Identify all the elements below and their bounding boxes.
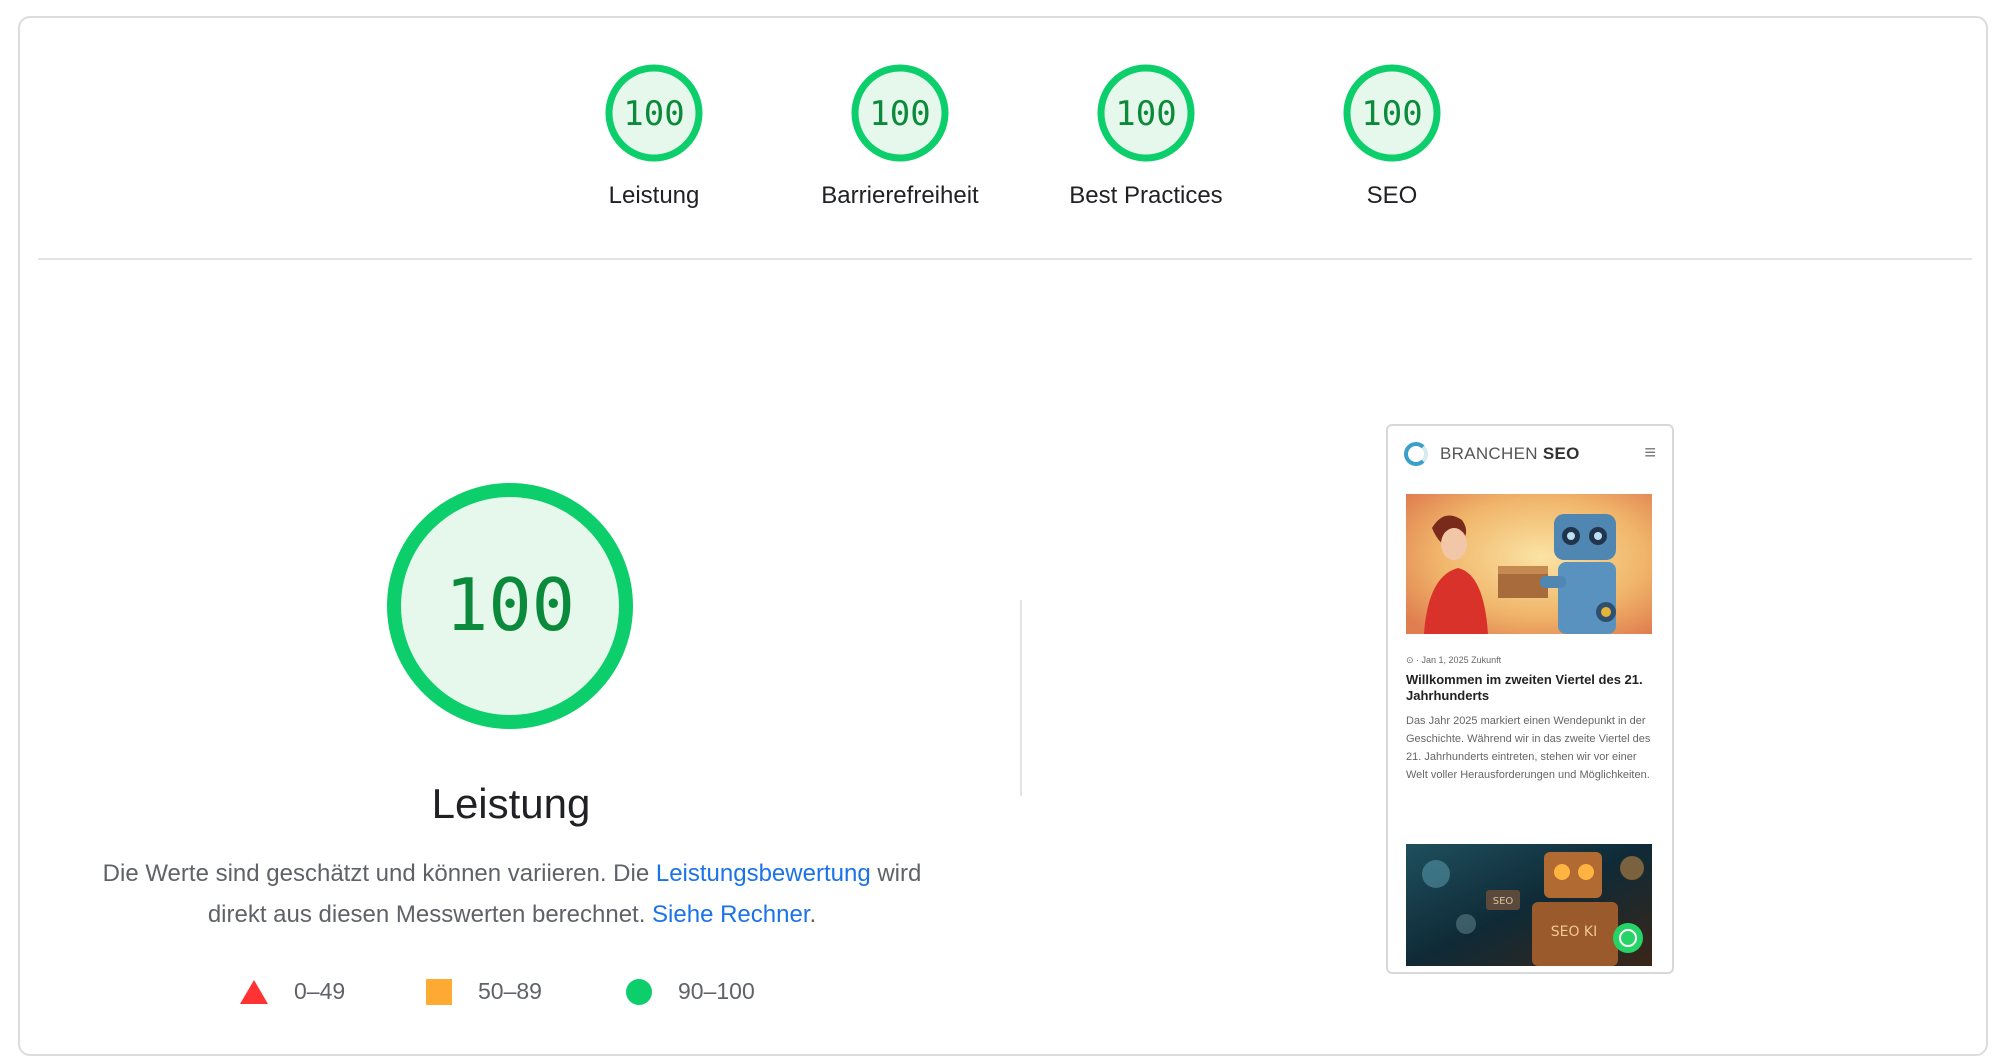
gauge-best-practices[interactable]: 100 Best Practices <box>1026 62 1266 210</box>
gauge-ring: 100 <box>1343 64 1441 162</box>
legend-range: 50–89 <box>478 978 542 1004</box>
legend-pass: 90–100 <box>626 978 755 1005</box>
robot-woman-illustration <box>1406 494 1652 634</box>
brand-bold: SEO <box>1542 444 1580 463</box>
post-image-robot-woman <box>1406 494 1652 634</box>
performance-ring: 100 <box>387 483 633 729</box>
gauge-accessibility[interactable]: 100 Barrierefreiheit <box>780 62 1020 210</box>
gauge-score: 100 <box>623 94 684 134</box>
performance-gauge: 100 <box>382 478 638 739</box>
post-title[interactable]: Willkommen im zweiten Viertel des 21. Ja… <box>1406 672 1652 704</box>
category-gauges: 100 Leistung 100 Barrierefreiheit 100 Be… <box>20 62 1986 262</box>
section-divider <box>38 258 1972 260</box>
desc-text: . <box>809 901 817 928</box>
gauge-score: 100 <box>869 94 930 134</box>
legend-range: 90–100 <box>678 978 755 1004</box>
gauge-ring: 100 <box>1097 64 1195 162</box>
gauge-ring: 100 <box>851 64 949 162</box>
vertical-divider <box>1020 600 1022 796</box>
gauge-label: Barrierefreiheit <box>821 182 979 209</box>
post-excerpt: Das Jahr 2025 markiert einen Wendepunkt … <box>1406 715 1651 781</box>
scoring-link[interactable]: Leistungsbewertung <box>656 860 871 887</box>
gauge-score: 100 <box>1115 94 1176 134</box>
robot-badge-text: SEO KI <box>1551 924 1598 940</box>
post-meta: ⊙ · Jan 1, 2025 Zukunft <box>1406 655 1502 665</box>
performance-description: Die Werte sind geschätzt und können vari… <box>102 853 922 935</box>
legend-fail: 0–49 <box>240 978 345 1005</box>
logo-icon <box>1404 442 1428 466</box>
brand-light: BRANCHEN <box>1440 444 1538 463</box>
robot-sign-text: SEO <box>1493 896 1514 907</box>
gauge-ring: 100 <box>605 64 703 162</box>
desc-text: Die Werte sind geschätzt und können vari… <box>102 860 656 887</box>
triangle-icon <box>240 979 268 1004</box>
site-header: BRANCHEN SEO ≡ <box>1404 440 1658 474</box>
seo-robot-illustration: SEO SEO KI <box>1406 844 1652 966</box>
final-screenshot[interactable]: BRANCHEN SEO ≡ ⊙ · Jan 1, 2025 Zukunft W… <box>1386 424 1674 974</box>
calculator-link[interactable]: Siehe Rechner <box>652 901 809 928</box>
square-icon <box>426 978 452 1005</box>
gauge-score: 100 <box>1361 94 1422 134</box>
performance-score: 100 <box>445 563 575 647</box>
gauge-label: Leistung <box>608 182 700 209</box>
legend-range: 0–49 <box>294 978 346 1004</box>
gauge-label: SEO <box>1366 182 1418 209</box>
post-image-seo-robot: SEO SEO KI <box>1406 844 1652 966</box>
gauge-seo[interactable]: 100 SEO <box>1272 62 1512 210</box>
report-card: 100 Leistung 100 Barrierefreiheit 100 Be… <box>18 16 1988 1056</box>
performance-title: Leistung <box>431 780 591 827</box>
gauge-performance[interactable]: 100 Leistung <box>534 62 774 210</box>
gauge-label: Best Practices <box>1069 182 1223 209</box>
site-brand: BRANCHEN SEO <box>1440 444 1580 464</box>
legend-average: 50–89 <box>426 978 542 1005</box>
hamburger-icon: ≡ <box>1644 442 1656 464</box>
circle-icon <box>626 978 652 1005</box>
